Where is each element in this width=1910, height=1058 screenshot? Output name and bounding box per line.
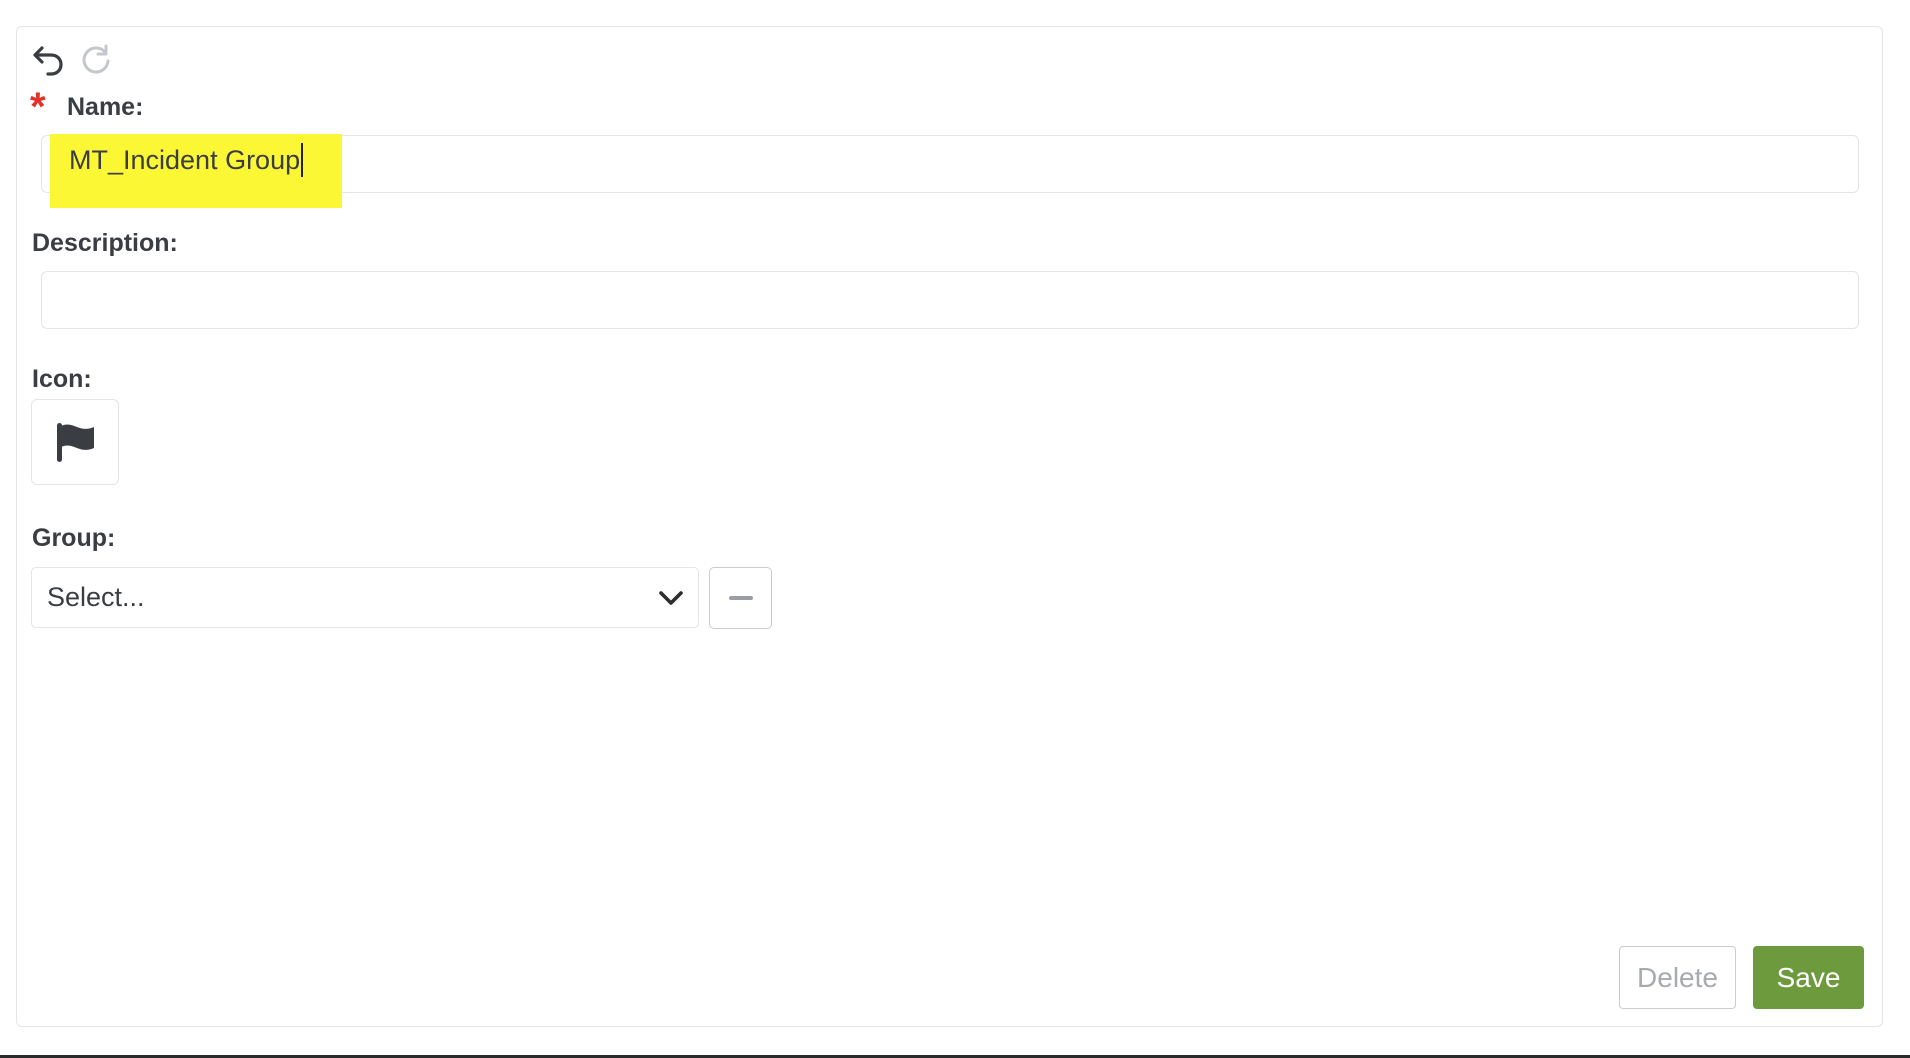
chevron-down-icon bbox=[659, 590, 683, 605]
icon-label: Icon: bbox=[32, 365, 92, 393]
flag-icon bbox=[57, 423, 94, 462]
name-label: Name: bbox=[67, 93, 144, 121]
delete-button[interactable]: Delete bbox=[1619, 946, 1736, 1009]
name-input-value[interactable]: MT_Incident Group bbox=[69, 143, 304, 179]
icon-picker[interactable] bbox=[31, 399, 119, 485]
edit-form-panel: * Name: MT_Incident Group Description: I… bbox=[16, 26, 1883, 1027]
group-select[interactable]: Select... bbox=[31, 567, 699, 628]
required-marker: * bbox=[30, 85, 46, 129]
minus-icon bbox=[728, 596, 753, 600]
history-toolbar bbox=[31, 43, 113, 77]
undo-icon bbox=[33, 46, 63, 76]
redo-icon bbox=[82, 44, 110, 74]
redo-button[interactable] bbox=[79, 43, 113, 77]
group-select-value: Select... bbox=[47, 582, 145, 612]
group-label: Group: bbox=[32, 524, 116, 552]
description-input[interactable] bbox=[41, 271, 1859, 329]
undo-button[interactable] bbox=[31, 43, 65, 77]
description-label: Description: bbox=[32, 229, 178, 257]
save-button[interactable]: Save bbox=[1753, 946, 1864, 1009]
name-value-text: MT_Incident Group bbox=[69, 145, 301, 176]
remove-group-button[interactable] bbox=[709, 567, 772, 629]
text-caret bbox=[301, 143, 304, 177]
